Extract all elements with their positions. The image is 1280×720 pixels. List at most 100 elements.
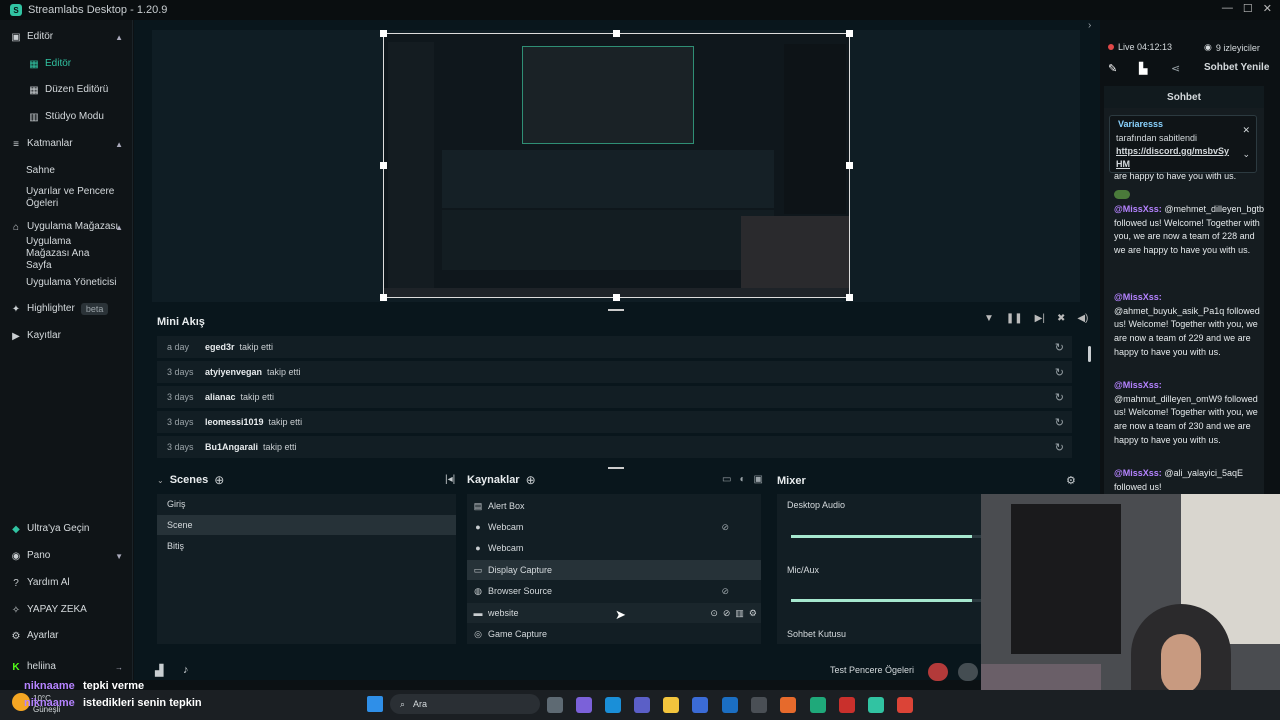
replay-icon[interactable]: ↻ [1055,391,1064,404]
sidebar-item-scene[interactable]: Sahne [0,164,133,178]
pause-icon[interactable]: ❚❚ [1006,313,1023,324]
chevron-down-icon[interactable]: ⌄ [157,476,164,485]
sidebar-group-layers[interactable]: ≡ Katmanlar ▲ [0,137,133,151]
add-scene-icon[interactable]: ⊕ [214,473,224,487]
visibility-off-icon[interactable]: ⊘ [721,522,729,533]
drag-handle[interactable] [608,309,624,311]
visibility-off-icon[interactable]: ⊘ [723,608,731,619]
sidebar-item-ai[interactable]: ✧ YAPAY ZEKA [0,603,133,617]
minimize-button[interactable]: — [1222,2,1233,15]
logout-icon[interactable]: → [115,663,123,672]
delete-icon[interactable]: ▥ [735,608,744,619]
source-item[interactable]: ◍ Browser Source ⊘ [467,581,761,601]
mixer-settings-icon[interactable]: ⚙ [1066,474,1076,487]
sidebar-item-app-store-home[interactable]: Uygulama Mağazası Ana Sayfa [0,236,133,271]
test-widgets-button[interactable]: Test Pencere Ögeleri [830,665,914,675]
lock-icon[interactable]: ⊙ [710,608,718,619]
copilot-icon[interactable] [576,697,592,713]
skip-icon[interactable]: ▶| [1035,313,1045,324]
scene-item[interactable]: Scene [157,515,456,535]
volume-slider[interactable] [791,535,981,538]
edge-icon[interactable] [605,697,621,713]
sidebar-item-app-manager[interactable]: Uygulama Yöneticisi [0,276,133,290]
sidebar-item-dashboard[interactable]: ◉ Pano ▼ [0,549,133,563]
volume-slider[interactable] [791,599,981,602]
scene-item[interactable]: Bitiş [157,536,456,556]
refresh-chat-button[interactable]: Sohbet Yenile [1204,62,1269,73]
app-icon[interactable] [751,697,767,713]
sidebar-group-app-store[interactable]: ⌂ Uygulama Mağazası ▲ [0,220,133,234]
sidebar-item-editor[interactable]: ▦ Editör [0,57,133,71]
sidebar-item-settings[interactable]: ⚙ Ayarlar [0,629,133,643]
maximize-button[interactable]: ☐ [1243,2,1253,15]
store-icon[interactable] [692,697,708,713]
tools-icon[interactable]: ▙ [1139,62,1147,75]
resize-handle[interactable] [380,294,387,301]
edit-icon[interactable]: ✎ [1108,62,1117,75]
sidebar-item-recordings[interactable]: ▶ Kayıtlar [0,329,133,343]
resize-handle[interactable] [846,294,853,301]
replay-icon[interactable]: ↻ [1055,341,1064,354]
drag-handle[interactable] [608,467,624,469]
app-icon[interactable] [810,697,826,713]
sidebar-item-alerts-widgets[interactable]: Uyarılar ve Pencere Ögeleri [0,186,133,210]
streamlabs-icon[interactable] [868,697,884,713]
start-menu-icon[interactable] [367,696,383,712]
share-icon[interactable]: ⋖ [1171,62,1180,75]
tab-chat[interactable]: Sohbet [1104,86,1264,108]
scrollbar[interactable] [1088,346,1091,362]
firefox-icon[interactable] [780,697,796,713]
add-folder-icon[interactable]: ▣ [754,474,763,485]
taskbar-search[interactable]: ⌕ Ara [390,694,540,714]
mute-alerts-icon[interactable]: ✖ [1057,313,1065,324]
app-icon[interactable] [839,697,855,713]
sidebar-item-layout-editor[interactable]: ▦ Düzen Editörü [0,83,133,97]
file-explorer-icon[interactable] [663,697,679,713]
webcam-icon: ● [475,522,481,532]
sidebar-item-ultra[interactable]: ◆ Ultra'ya Geçin [0,522,133,536]
resize-handle[interactable] [380,30,387,37]
outlook-icon[interactable] [722,697,738,713]
chevron-down-icon[interactable]: ⌄ [1242,149,1250,160]
resize-handle[interactable] [613,294,620,301]
add-source-icon[interactable]: ⊕ [526,473,536,487]
teams-icon[interactable] [634,697,650,713]
sidebar-item-help[interactable]: ? Yardım Al [0,576,133,590]
source-item[interactable]: ▤ Alert Box [467,496,761,516]
record-button[interactable] [928,663,948,681]
transform-icon[interactable]: ◐ [739,474,745,485]
filter-icon[interactable]: ▼ [984,313,994,324]
resize-handle[interactable] [846,162,853,169]
replay-buffer-button[interactable] [958,663,978,681]
source-item[interactable]: ● Webcam ⊘ [467,517,761,537]
source-item[interactable]: ◎ Game Capture [467,624,761,644]
visibility-off-icon[interactable]: ⊘ [721,586,729,597]
display-capture-preview[interactable] [383,33,850,298]
volume-icon[interactable]: ◀) [1077,313,1088,324]
sidebar-item-highlighter[interactable]: ✦ Highlighter beta [0,302,133,316]
replay-icon[interactable]: ↻ [1055,441,1064,454]
performance-icon[interactable]: ▟ [155,664,163,677]
folder-icon[interactable]: ▭ [722,474,731,485]
resize-handle[interactable] [846,30,853,37]
scene-item[interactable]: Giriş [157,494,456,514]
unpin-icon[interactable]: ✕ [1242,125,1250,136]
task-view-icon[interactable] [547,697,563,713]
resize-handle[interactable] [613,30,620,37]
source-item[interactable]: ▬ website ⊙ ⊘ ▥ ⚙ [467,603,761,623]
resize-handle[interactable] [380,162,387,169]
notifications-icon[interactable]: ♪ [183,664,189,676]
collapse-chat-icon[interactable]: › [1088,20,1091,31]
scene-transition-icon[interactable]: |◂| [445,474,455,485]
replay-icon[interactable]: ↻ [1055,416,1064,429]
sidebar-user[interactable]: K heliina → [0,660,133,674]
discord-link[interactable]: https://discord.gg/msbvSyHM [1116,145,1234,171]
chrome-icon[interactable] [897,697,913,713]
sidebar-group-editor[interactable]: ▣ Editör ▲ [0,30,133,44]
sidebar-item-studio-mode[interactable]: ▥ Stüdyo Modu [0,110,133,124]
source-item[interactable]: ● Webcam [467,538,761,558]
replay-icon[interactable]: ↻ [1055,366,1064,379]
gear-icon[interactable]: ⚙ [749,608,757,619]
source-item[interactable]: ▭ Display Capture [467,560,761,580]
close-button[interactable]: ✕ [1263,2,1272,15]
